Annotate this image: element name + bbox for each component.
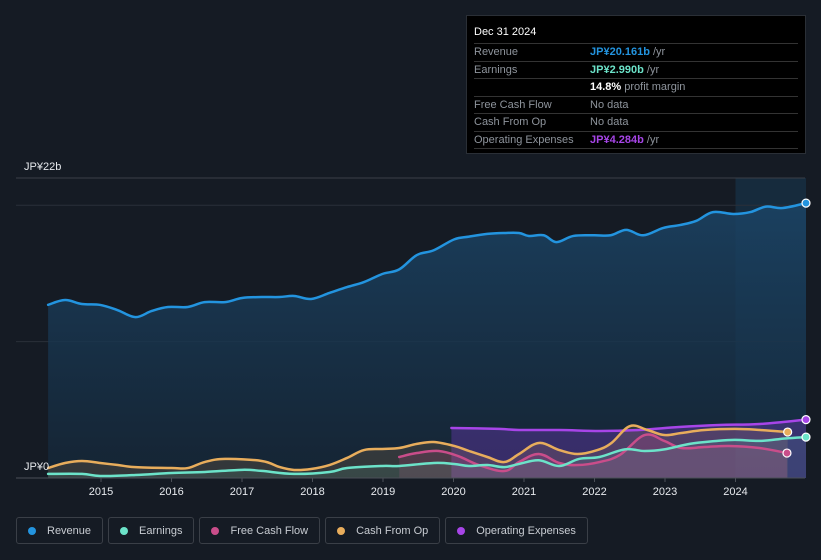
legend-label: Revenue: [47, 524, 92, 537]
tooltip-row: Earnings JP¥2.990b /yr: [474, 62, 798, 79]
legend-item-earnings[interactable]: Earnings: [108, 517, 195, 544]
tooltip-row-value: JP¥20.161b /yr: [590, 46, 666, 59]
legend-label: Cash From Op: [356, 524, 429, 537]
tooltip-row: Free Cash Flow No data: [474, 97, 798, 114]
y-axis-label-zero: JP¥0: [24, 461, 49, 473]
tooltip-row-label: Operating Expenses: [474, 133, 574, 146]
legend-item-free-cash-flow[interactable]: Free Cash Flow: [199, 517, 321, 544]
legend-dot-icon: [211, 526, 220, 535]
tooltip-row: Operating Expenses JP¥4.284b /yr: [474, 132, 798, 149]
tooltip-row: Cash From Op No data: [474, 114, 798, 132]
legend-item-cash-from-op[interactable]: Cash From Op: [325, 517, 441, 544]
x-tick-label: 2018: [300, 486, 324, 498]
endpoint-earnings: [801, 432, 811, 442]
x-tick-label: 2022: [582, 486, 606, 498]
x-tick-label: 2024: [723, 486, 747, 498]
tooltip-row-label: Free Cash Flow: [474, 98, 552, 111]
tooltip-row: 14.8% profit margin: [474, 79, 798, 97]
y-axis-label-top: JP¥22b: [24, 161, 61, 173]
legend-dot-icon: [120, 526, 129, 535]
x-tick-label: 2019: [371, 486, 395, 498]
x-tick-label: 2017: [230, 486, 254, 498]
x-tick-label: 2023: [653, 486, 677, 498]
x-tick-label: 2021: [512, 486, 536, 498]
x-tick-label: 2016: [159, 486, 183, 498]
legend-dot-icon: [28, 526, 36, 535]
legend-label: Operating Expenses: [476, 524, 576, 537]
tooltip-row-label: Cash From Op: [474, 116, 547, 129]
tooltip-date: Dec 31 2024: [474, 24, 798, 44]
tooltip-row-value: No data: [590, 98, 629, 111]
x-tick-label: 2020: [441, 486, 465, 498]
tooltip-row-value: JP¥4.284b /yr: [590, 133, 660, 146]
tooltip-row-label: Revenue: [474, 46, 519, 59]
legend-label: Free Cash Flow: [230, 524, 309, 537]
legend-dot-icon: [457, 526, 466, 535]
legend-item-revenue[interactable]: Revenue: [16, 517, 104, 544]
legend-label: Earnings: [139, 524, 183, 537]
tooltip-row-value: 14.8% profit margin: [590, 81, 686, 94]
tooltip-row-label: Earnings: [474, 63, 518, 76]
tooltip-row-value: JP¥2.990b /yr: [590, 63, 660, 76]
legend-dot-icon: [337, 526, 346, 535]
endpoint-free-cash-flow: [782, 448, 792, 458]
tooltip-row-value: No data: [590, 116, 629, 129]
endpoint-operating-expenses: [801, 415, 811, 425]
tooltip-row: Revenue JP¥20.161b /yr: [474, 44, 798, 62]
endpoint-cash-from-op: [783, 427, 793, 437]
legend: Revenue Earnings Free Cash Flow Cash From O…: [16, 517, 588, 544]
endpoint-revenue: [801, 198, 811, 208]
legend-item-operating-expenses[interactable]: Operating Expenses: [445, 517, 588, 544]
tooltip: Dec 31 2024 Revenue JP¥20.161b /yr Earning…: [466, 15, 806, 154]
x-tick-label: 2015: [89, 486, 113, 498]
